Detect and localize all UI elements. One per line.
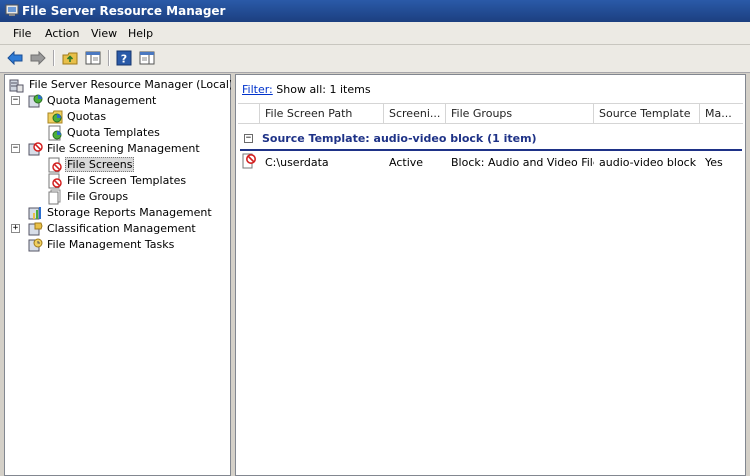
group-collapse-toggle[interactable]: −	[244, 134, 253, 143]
menu-help[interactable]: Help	[127, 27, 154, 40]
expander-collapse[interactable]: −	[11, 144, 20, 153]
tree-label: File Screen Templates	[67, 174, 187, 187]
server-icon	[9, 79, 24, 93]
cell-source-template: audio-video block	[599, 156, 697, 169]
column-header-screening[interactable]: Screeni...	[384, 104, 446, 123]
quotas-icon	[47, 110, 63, 124]
forward-button[interactable]	[28, 49, 48, 67]
menu-view[interactable]: View	[90, 27, 118, 40]
tree-label: File Groups	[67, 190, 129, 203]
tree-label: Quota Templates	[67, 126, 160, 139]
tree-label: Quota Management	[47, 94, 157, 107]
file-screening-icon	[28, 142, 43, 156]
classification-icon	[28, 222, 43, 236]
app-icon	[5, 4, 19, 16]
menu-action[interactable]: Action	[44, 27, 80, 40]
quota-templates-icon	[48, 125, 62, 141]
menu-file[interactable]: File	[12, 27, 32, 40]
tree-root-label: File Server Resource Manager (Local)	[29, 78, 234, 91]
show-hide-console-tree-icon	[85, 51, 101, 65]
console-tree: File Server Resource Manager (Local) − Q…	[4, 74, 234, 476]
up-folder-icon	[62, 52, 78, 65]
back-arrow-icon	[7, 51, 23, 65]
file-management-tasks-icon	[28, 238, 43, 252]
column-header-icon[interactable]	[238, 104, 260, 123]
title-bar: File Server Resource Manager	[0, 0, 750, 22]
expander-expand[interactable]: +	[11, 224, 20, 233]
toolbar-separator	[108, 50, 110, 66]
tree-label: File Screening Management	[47, 142, 200, 155]
column-header-path[interactable]: File Screen Path	[260, 104, 384, 123]
quota-management-icon	[28, 94, 43, 108]
group-header: − Source Template: audio-video block (1 …	[240, 129, 742, 151]
cell-matches: Yes	[705, 156, 723, 169]
group-label: Source Template: audio-video block (1 it…	[262, 132, 537, 145]
back-button[interactable]	[5, 49, 25, 67]
tree-label: File Management Tasks	[47, 238, 175, 251]
cell-status: Active	[389, 156, 424, 169]
toolbar-separator	[53, 50, 55, 66]
forward-arrow-icon	[30, 51, 46, 65]
expander-collapse[interactable]: −	[11, 96, 20, 105]
table-row[interactable]: C:\userdata Active Block: Audio and Vide…	[238, 153, 743, 171]
tree-label: Storage Reports Management	[47, 206, 212, 219]
filter-link[interactable]: Filter:	[242, 83, 273, 96]
up-one-level-button[interactable]	[60, 49, 80, 67]
help-button[interactable]: ?	[114, 49, 134, 67]
show-hide-console-tree-button[interactable]	[83, 49, 103, 67]
column-header-matches[interactable]: Ma...	[700, 104, 743, 123]
tree-label-selected: File Screens	[65, 157, 135, 172]
help-icon: ?	[116, 50, 132, 66]
filter-text: Show all: 1 items	[276, 83, 371, 96]
menu-bar: File Action View Help	[0, 22, 750, 45]
window-title: File Server Resource Manager	[22, 4, 226, 18]
column-header-source-template[interactable]: Source Template	[594, 104, 700, 123]
file-groups-icon	[48, 189, 61, 205]
storage-reports-icon	[28, 207, 41, 220]
file-screen-block-icon	[242, 153, 256, 169]
cell-path: C:\userdata	[265, 156, 329, 169]
file-screens-icon	[48, 157, 62, 173]
filter-bar: Filter: Show all: 1 items	[242, 83, 371, 96]
tree-label: Classification Management	[47, 222, 196, 235]
svg-text:?: ?	[121, 53, 127, 66]
tree-label: Quotas	[67, 110, 107, 123]
column-header-file-groups[interactable]: File Groups	[446, 104, 594, 123]
cell-file-groups: Block: Audio and Video Files	[451, 156, 594, 169]
properties-button[interactable]	[137, 49, 157, 67]
results-pane: Filter: Show all: 1 items File Screen Pa…	[235, 74, 746, 476]
properties-icon	[139, 51, 155, 65]
file-screen-templates-icon	[48, 173, 62, 189]
window-edge	[746, 74, 750, 476]
toolbar: ?	[0, 45, 750, 73]
column-header-row: File Screen Path Screeni... File Groups …	[238, 103, 743, 124]
group-divider	[240, 149, 742, 151]
